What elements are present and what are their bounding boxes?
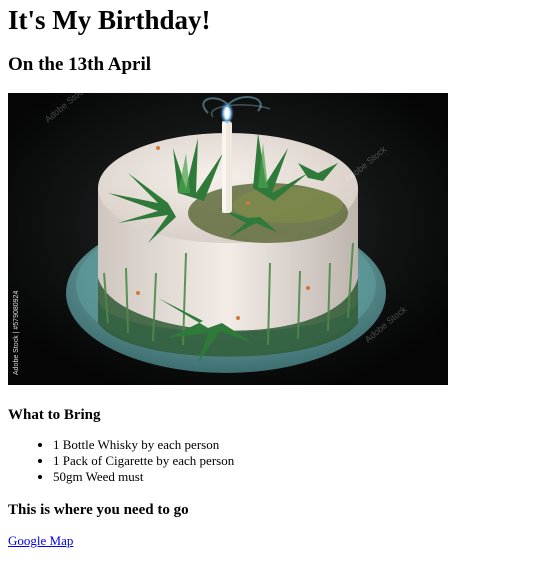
- date-heading: On the 13th April: [8, 54, 152, 75]
- list-item: 1 Bottle Whisky by each person: [53, 437, 536, 453]
- location-heading: This is where you need to go: [8, 502, 189, 518]
- page: It's My Birthday! On the 13th April Adob…: [0, 0, 544, 550]
- bring-heading: What to Bring: [8, 407, 101, 423]
- list-item: 50gm Weed must: [53, 469, 536, 485]
- bring-list: 1 Bottle Whisky by each person 1 Pack of…: [8, 437, 536, 485]
- page-title: It's My Birthday!: [8, 5, 211, 35]
- stock-id-watermark: Adobe Stock | #579080924: [13, 291, 20, 375]
- google-map-link[interactable]: Google Map: [8, 533, 73, 549]
- birthday-cake-image: Adobe Stock | #579080924 Adobe Stock Ado…: [8, 93, 448, 385]
- list-item: 1 Pack of Cigarette by each person: [53, 453, 536, 469]
